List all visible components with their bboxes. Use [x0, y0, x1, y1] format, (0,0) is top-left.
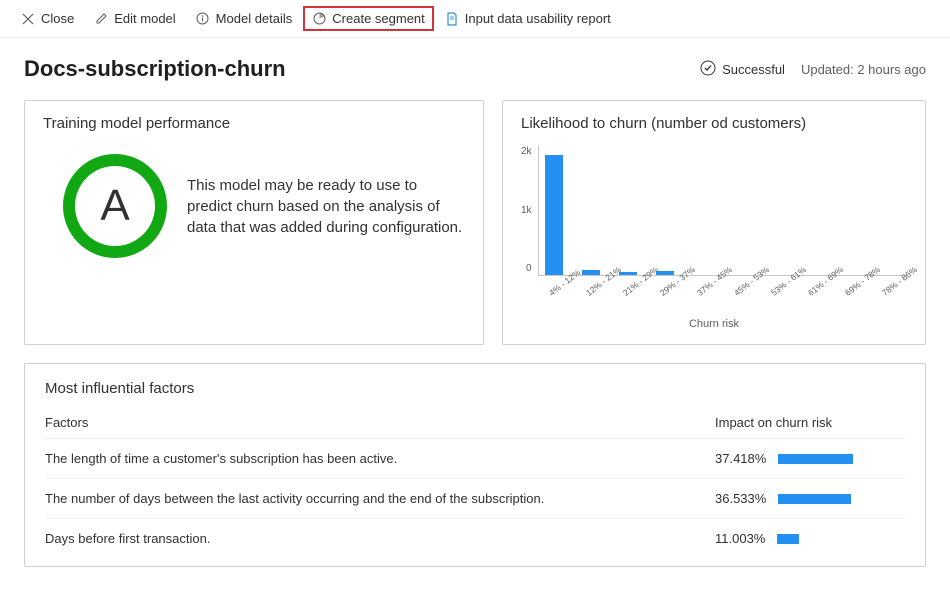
edit-model-button[interactable]: Edit model [85, 6, 184, 31]
model-details-button[interactable]: Model details [187, 6, 302, 31]
performance-title: Training model performance [43, 115, 465, 132]
y-tick: 1k [521, 205, 532, 216]
impact-bar [778, 494, 851, 504]
x-tick: 78% - 86% [880, 279, 900, 298]
x-tick: 21% - 29% [621, 279, 641, 298]
close-button[interactable]: Close [12, 6, 83, 31]
x-tick: 45% - 53% [732, 279, 752, 298]
info-icon [196, 12, 210, 26]
status-text: Successful [722, 62, 785, 77]
performance-description: This model may be ready to use to predic… [187, 175, 465, 238]
x-tick: 69% - 78% [843, 279, 863, 298]
impact-bar [778, 454, 853, 464]
close-label: Close [41, 11, 74, 26]
chart-x-axis: 4% - 12%12% - 21%21% - 29%29% - 37%37% -… [521, 280, 907, 290]
factors-card: Most influential factors Factors Impact … [24, 363, 926, 567]
create-segment-label: Create segment [332, 11, 425, 26]
chart-area: 2k 1k 0 [521, 146, 907, 276]
performance-card: Training model performance A This model … [24, 100, 484, 345]
factor-label: The number of days between the last acti… [45, 491, 715, 506]
pencil-icon [94, 12, 108, 26]
chart-card: Likelihood to churn (number od customers… [502, 100, 926, 345]
input-report-label: Input data usability report [465, 11, 611, 26]
impact-value: 36.533% [715, 491, 766, 506]
table-row: The number of days between the last acti… [45, 479, 905, 519]
cards-row: Training model performance A This model … [24, 100, 926, 345]
chart-x-label: Churn risk [521, 318, 907, 330]
x-tick: 53% - 61% [769, 279, 789, 298]
x-tick: 4% - 12% [547, 279, 567, 298]
chart-bar [545, 155, 563, 275]
y-tick: 2k [521, 146, 532, 157]
chart-plot [538, 146, 907, 276]
grade-ring: A [63, 154, 167, 258]
page-title: Docs-subscription-churn [24, 56, 286, 82]
factors-body: The length of time a customer's subscrip… [45, 439, 905, 558]
chart-bar [582, 270, 600, 275]
chart-title: Likelihood to churn (number od customers… [521, 115, 907, 132]
close-icon [21, 12, 35, 26]
status-block: Successful Updated: 2 hours ago [700, 60, 926, 79]
grade-letter: A [100, 181, 129, 231]
header-row: Docs-subscription-churn Successful Updat… [24, 56, 926, 82]
status-badge: Successful [700, 60, 785, 79]
create-segment-button[interactable]: Create segment [303, 6, 434, 31]
x-tick: 61% - 69% [806, 279, 826, 298]
impact-bar-track [777, 534, 857, 544]
table-row: Days before first transaction.11.003% [45, 519, 905, 558]
x-tick: 12% - 21% [584, 279, 604, 298]
table-row: The length of time a customer's subscrip… [45, 439, 905, 479]
y-tick: 0 [526, 263, 532, 274]
factors-title: Most influential factors [45, 380, 905, 397]
impact-value: 37.418% [715, 451, 766, 466]
toolbar: Close Edit model Model details Create se… [0, 0, 950, 38]
impact-bar-track [778, 454, 858, 464]
impact-cell: 11.003% [715, 531, 905, 546]
impact-cell: 37.418% [715, 451, 905, 466]
edit-model-label: Edit model [114, 11, 175, 26]
model-details-label: Model details [216, 11, 293, 26]
factor-label: The length of time a customer's subscrip… [45, 451, 715, 466]
performance-body: A This model may be ready to use to pred… [43, 146, 465, 278]
impact-bar [777, 534, 799, 544]
col-header-impact: Impact on churn risk [715, 415, 905, 430]
x-tick: 37% - 45% [695, 279, 715, 298]
impact-cell: 36.533% [715, 491, 905, 506]
impact-bar-track [778, 494, 858, 504]
checkmark-icon [700, 60, 716, 79]
updated-text: Updated: 2 hours ago [801, 62, 926, 77]
x-tick: 29% - 37% [658, 279, 678, 298]
content-area: Docs-subscription-churn Successful Updat… [0, 38, 950, 591]
segment-icon [312, 12, 326, 26]
document-icon [445, 12, 459, 26]
col-header-factor: Factors [45, 415, 715, 430]
chart-y-axis: 2k 1k 0 [521, 146, 538, 276]
impact-value: 11.003% [715, 531, 765, 546]
factor-label: Days before first transaction. [45, 531, 715, 546]
input-report-button[interactable]: Input data usability report [436, 6, 620, 31]
factors-header: Factors Impact on churn risk [45, 415, 905, 439]
